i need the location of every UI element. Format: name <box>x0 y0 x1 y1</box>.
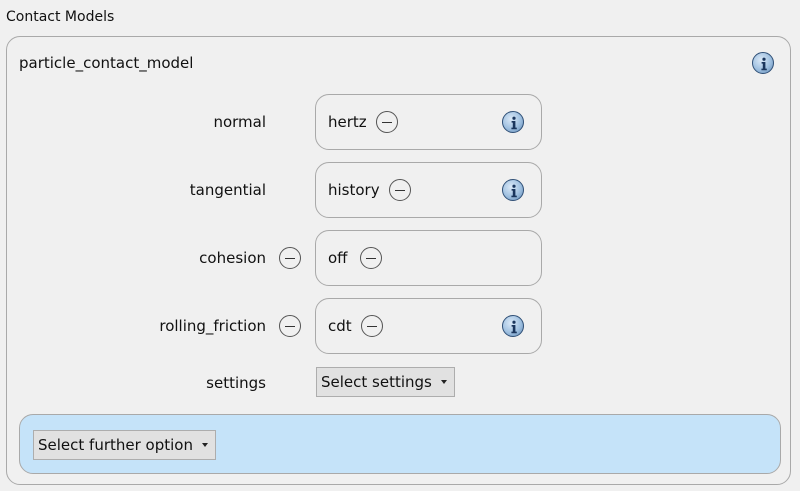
section-title: Contact Models <box>6 9 115 25</box>
model-info-icon[interactable] <box>752 52 774 74</box>
further-option-panel: Select further option <box>19 414 781 474</box>
value-rolling-friction: cdt <box>328 317 352 335</box>
row-label-normal: normal <box>213 113 266 131</box>
contact-model-panel: particle_contact_model normal hertz tang… <box>6 36 791 485</box>
remove-rolling-friction-value-button[interactable] <box>361 315 383 337</box>
value-tangential: history <box>328 181 380 199</box>
remove-cohesion-value-button[interactable] <box>360 247 382 269</box>
row-label-settings: settings <box>206 374 266 392</box>
normal-info-icon[interactable] <box>502 111 524 133</box>
value-normal: hertz <box>328 113 367 131</box>
row-label-cohesion: cohesion <box>199 249 266 267</box>
value-box-tangential: history <box>315 162 542 218</box>
value-box-cohesion: off <box>315 230 542 286</box>
row-label-rolling-friction: rolling_friction <box>159 317 266 335</box>
settings-dropdown[interactable]: Select settings <box>316 367 455 397</box>
rolling-friction-info-icon[interactable] <box>502 315 524 337</box>
remove-tangential-value-button[interactable] <box>389 179 411 201</box>
caret-down-icon <box>440 380 447 384</box>
caret-down-icon <box>201 443 208 447</box>
remove-cohesion-button[interactable] <box>279 247 301 269</box>
further-option-dropdown[interactable]: Select further option <box>33 430 216 460</box>
remove-rolling-friction-button[interactable] <box>279 315 301 337</box>
tangential-info-icon[interactable] <box>502 179 524 201</box>
further-option-dropdown-label: Select further option <box>38 436 193 454</box>
value-cohesion: off <box>328 249 348 267</box>
remove-normal-value-button[interactable] <box>376 111 398 133</box>
model-name: particle_contact_model <box>19 54 194 72</box>
settings-dropdown-label: Select settings <box>321 373 432 391</box>
value-box-rolling-friction: cdt <box>315 298 542 354</box>
value-box-normal: hertz <box>315 94 542 150</box>
row-label-tangential: tangential <box>189 181 266 199</box>
